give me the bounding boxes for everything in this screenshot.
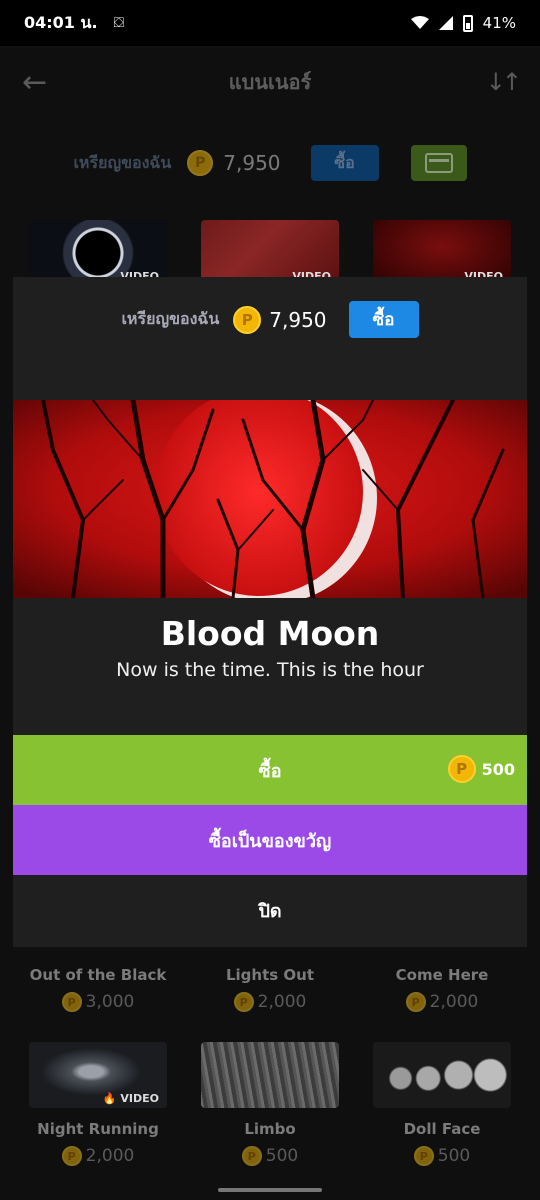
coin-balance-label: เหรียญของฉัน — [73, 152, 172, 172]
battery-icon — [462, 14, 473, 32]
banner-card[interactable]: Lights Out P 2,000 — [184, 954, 356, 1012]
banner-price: P 500 — [413, 1146, 470, 1166]
banner-price: P 3,000 — [61, 992, 134, 1012]
banner-purchase-dialog: เหรียญของฉัน P 7,950 ซื้อ Blood Moon Now… — [13, 277, 527, 947]
banner-name: Limbo — [244, 1120, 296, 1138]
coin-icon: P — [413, 1146, 434, 1166]
banner-name: Night Running — [37, 1120, 159, 1138]
buy-banner-button[interactable]: ซื้อ P 500 — [13, 735, 527, 805]
buy-button-label: ซื้อ — [258, 760, 282, 782]
banner-card[interactable]: Come Here P 2,000 — [356, 954, 528, 1012]
close-button[interactable]: ปิด — [13, 875, 527, 945]
banner-card[interactable]: Doll Face P 500 — [356, 1042, 528, 1166]
banner-thumbnail: 🔥 VIDEO — [29, 1042, 167, 1108]
back-arrow-icon[interactable]: ← — [22, 65, 62, 100]
banner-price-value: 500 — [481, 759, 515, 779]
banner-name: Come Here — [395, 966, 489, 984]
banner-name: Doll Face — [403, 1120, 481, 1138]
coin-icon: P — [61, 1146, 82, 1166]
banner-grid-row-3: 🔥 VIDEO Night Running P 2,000 Limbo P 500 … — [0, 1042, 540, 1166]
banner-price: P 2,000 — [61, 1146, 134, 1166]
sort-icon[interactable]: ↓↑ — [478, 68, 522, 96]
banner-card[interactable]: Out of the Black P 3,000 — [12, 954, 184, 1012]
banner-subtitle: Now is the time. This is the hour — [116, 659, 424, 681]
banner-name: Lights Out — [225, 966, 315, 984]
coin-balance-row: เหรียญของฉัน P 7,950 ซื้อ — [0, 118, 540, 208]
status-bar: 04:01 น. ⛋ 41% — [0, 0, 540, 46]
coin-icon: P — [405, 992, 426, 1012]
status-time: 04:01 น. — [24, 12, 98, 32]
buy-as-gift-button[interactable]: ซื้อเป็นของขวัญ — [13, 805, 527, 875]
home-indicator[interactable] — [218, 1188, 322, 1192]
coin-icon: P — [447, 755, 476, 783]
coin-icon: P — [187, 150, 214, 176]
coin-icon: P — [233, 992, 254, 1012]
dialog-buy-coins-button[interactable]: ซื้อ — [348, 301, 419, 338]
coin-icon: P — [61, 992, 82, 1012]
banner-title: Blood Moon — [160, 614, 380, 653]
banner-thumbnail — [201, 1042, 339, 1108]
dialog-coin-amount: 7,950 — [269, 307, 327, 332]
banner-preview-image — [13, 400, 527, 598]
banner-price: P 500 — [447, 755, 515, 783]
banner-thumbnail — [373, 1042, 511, 1108]
wifi-icon — [410, 16, 429, 29]
app-store-icon: ⛋ — [113, 15, 125, 31]
banner-name: Out of the Black — [29, 966, 167, 984]
dialog-coin-balance: เหรียญของฉัน P 7,950 ซื้อ — [13, 277, 527, 362]
wallet-icon — [424, 153, 453, 173]
battery-level: 41% — [482, 14, 516, 32]
coin-icon: P — [233, 305, 262, 334]
buy-coins-button[interactable]: ซื้อ — [310, 145, 379, 181]
signal-icon — [438, 16, 453, 30]
coin-icon: P — [241, 1146, 262, 1166]
banner-price: P 2,000 — [405, 992, 478, 1012]
banner-card[interactable]: 🔥 VIDEO Night Running P 2,000 — [12, 1042, 184, 1166]
banner-card[interactable]: Limbo P 500 — [184, 1042, 356, 1166]
app-header: ← แบนเนอร์ ↓↑ — [0, 46, 540, 118]
dialog-coin-label: เหรียญของฉัน — [121, 309, 220, 328]
banner-price: P 500 — [241, 1146, 298, 1166]
page-title: แบนเนอร์ — [228, 70, 312, 94]
banner-grid-row-2: Out of the Black P 3,000 Lights Out P 2,00… — [0, 954, 540, 1012]
video-badge: 🔥 VIDEO — [102, 1092, 159, 1105]
coin-balance-amount: 7,950 — [223, 151, 281, 175]
banner-price: P 2,000 — [233, 992, 306, 1012]
wallet-button[interactable] — [410, 145, 467, 181]
